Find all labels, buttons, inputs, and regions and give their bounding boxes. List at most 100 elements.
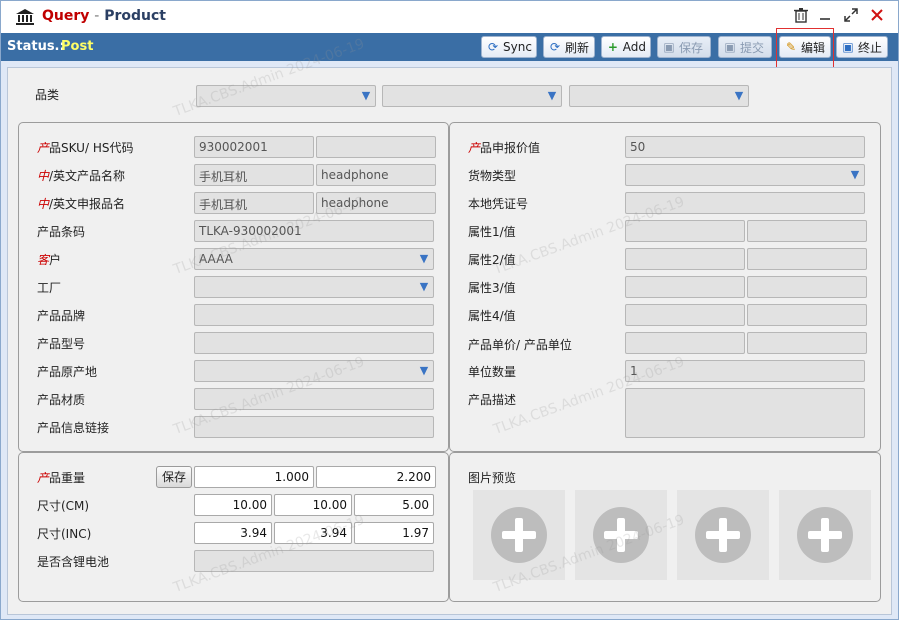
save-icon: ▣: [663, 40, 675, 54]
barcode-label: 产品条码: [37, 225, 86, 239]
brand-label: 产品品牌: [37, 309, 86, 323]
refresh-icon: ⟳: [549, 40, 561, 54]
image-slot-1[interactable]: [473, 490, 565, 580]
refresh-button[interactable]: ⟳ 刷新: [543, 36, 595, 58]
factory-label: 工厂: [37, 281, 62, 295]
image-slot-2[interactable]: [575, 490, 667, 580]
submit-button[interactable]: ▣ 提交: [718, 36, 772, 58]
weight-save-button[interactable]: 保存: [156, 466, 192, 488]
add-icon: +: [607, 40, 618, 54]
attr1-name-field[interactable]: [625, 220, 745, 242]
attr1-value-field[interactable]: [747, 220, 867, 242]
product-window: Query - Product Status.: Post ⟳ Sync ⟳ 刷…: [0, 0, 899, 620]
net-weight-field[interactable]: 1.000: [194, 466, 314, 488]
barcode-field[interactable]: TLKA-930002001: [194, 220, 434, 242]
product-name-label: 中/英文产品名称: [37, 169, 126, 183]
unit-qty-field[interactable]: 1: [625, 360, 865, 382]
add-image-icon: [491, 507, 547, 563]
chevron-down-icon: ▼: [419, 252, 429, 265]
product-name-en-field[interactable]: headphone: [316, 164, 436, 186]
stop-button[interactable]: ▣ 终止: [836, 36, 888, 58]
form-body: 品类 ▼ ▼ ▼ 产品SKU/ HS代码 930002001 中/英文产品名称 …: [7, 36, 892, 615]
status-label: Status.:: [7, 39, 65, 54]
product-name-cn-field[interactable]: 手机耳机: [194, 164, 314, 186]
save-button[interactable]: ▣ 保存: [657, 36, 711, 58]
declared-value-label: 产品申报价值: [468, 141, 541, 155]
chevron-down-icon: ▼: [850, 168, 860, 181]
length-inc-field[interactable]: 3.94: [194, 522, 272, 544]
unit-price-field[interactable]: [625, 332, 745, 354]
sync-label: Sync: [503, 40, 532, 54]
window-title: Query - Product: [42, 8, 166, 24]
sync-button[interactable]: ⟳ Sync: [481, 36, 537, 58]
width-inc-field[interactable]: 3.94: [274, 522, 352, 544]
category-label: 品类: [35, 88, 60, 102]
add-button[interactable]: + Add: [601, 36, 651, 58]
attr3-label: 属性3/值: [468, 281, 516, 295]
close-icon[interactable]: [867, 7, 887, 27]
title-bar: Query - Product: [1, 1, 898, 33]
attr4-name-field[interactable]: [625, 304, 745, 326]
brand-field[interactable]: [194, 304, 434, 326]
declared-value-field[interactable]: 50: [625, 136, 865, 158]
attr2-label: 属性2/值: [468, 253, 516, 267]
material-field[interactable]: [194, 388, 434, 410]
width-cm-field[interactable]: 10.00: [274, 494, 352, 516]
add-image-icon: [695, 507, 751, 563]
origin-select[interactable]: ▼: [194, 360, 434, 382]
attr3-name-field[interactable]: [625, 276, 745, 298]
declared-name-cn-field[interactable]: 手机耳机: [194, 192, 314, 214]
battery-label: 是否含锂电池: [37, 555, 110, 569]
add-label: Add: [622, 40, 646, 54]
sync-icon: ⟳: [487, 40, 499, 54]
add-image-icon: [593, 507, 649, 563]
edit-button-highlight: [776, 28, 834, 68]
sku-field[interactable]: 930002001: [194, 136, 314, 158]
status-toolbar: Status.: Post ⟳ Sync ⟳ 刷新 + Add ▣ 保存 ▣ 提…: [1, 33, 898, 61]
dimensions-panel: 产品重量 保存 1.000 2.200 尺寸(CM) 10.00 10.00 5…: [18, 452, 449, 602]
attr2-name-field[interactable]: [625, 248, 745, 270]
height-cm-field[interactable]: 5.00: [354, 494, 434, 516]
height-inc-field[interactable]: 1.97: [354, 522, 434, 544]
customer-select[interactable]: AAAA ▼: [194, 248, 434, 270]
image-slot-3[interactable]: [677, 490, 769, 580]
submit-icon: ▣: [724, 40, 736, 54]
title-product: Product: [104, 8, 166, 24]
attr4-label: 属性4/值: [468, 309, 516, 323]
hs-code-field[interactable]: [316, 136, 436, 158]
voucher-label: 本地凭证号: [468, 197, 529, 211]
voucher-field[interactable]: [625, 192, 865, 214]
weight-label: 产品重量: [37, 471, 86, 485]
material-label: 产品材质: [37, 393, 86, 407]
trash-icon[interactable]: [791, 7, 811, 27]
maximize-icon[interactable]: [841, 7, 861, 27]
attr3-value-field[interactable]: [747, 276, 867, 298]
unit-field[interactable]: [747, 332, 867, 354]
attr2-value-field[interactable]: [747, 248, 867, 270]
sku-label: 产品SKU/ HS代码: [37, 141, 134, 155]
cargo-type-select[interactable]: ▼: [625, 164, 865, 186]
minimize-icon[interactable]: [815, 7, 835, 27]
declared-name-en-field[interactable]: headphone: [316, 192, 436, 214]
gross-weight-field[interactable]: 2.200: [316, 466, 436, 488]
attr4-value-field[interactable]: [747, 304, 867, 326]
category-select-1[interactable]: ▼: [196, 85, 376, 107]
size-inc-label: 尺寸(INC): [37, 527, 92, 541]
chevron-down-icon: ▼: [419, 280, 429, 293]
description-field[interactable]: [625, 388, 865, 438]
image-preview-label: 图片预览: [468, 471, 517, 485]
model-field[interactable]: [194, 332, 434, 354]
battery-field[interactable]: [194, 550, 434, 572]
image-slot-4[interactable]: [779, 490, 871, 580]
info-link-field[interactable]: [194, 416, 434, 438]
customer-label: 客户: [37, 253, 62, 267]
factory-select[interactable]: ▼: [194, 276, 434, 298]
length-cm-field[interactable]: 10.00: [194, 494, 272, 516]
category-select-2[interactable]: ▼: [382, 85, 562, 107]
category-select-3[interactable]: ▼: [569, 85, 749, 107]
origin-label: 产品原产地: [37, 365, 98, 379]
refresh-label: 刷新: [565, 40, 590, 55]
title-separator: -: [94, 8, 100, 24]
declared-name-label: 中/英文申报品名: [37, 197, 126, 211]
image-preview-panel: 图片预览: [449, 452, 881, 602]
